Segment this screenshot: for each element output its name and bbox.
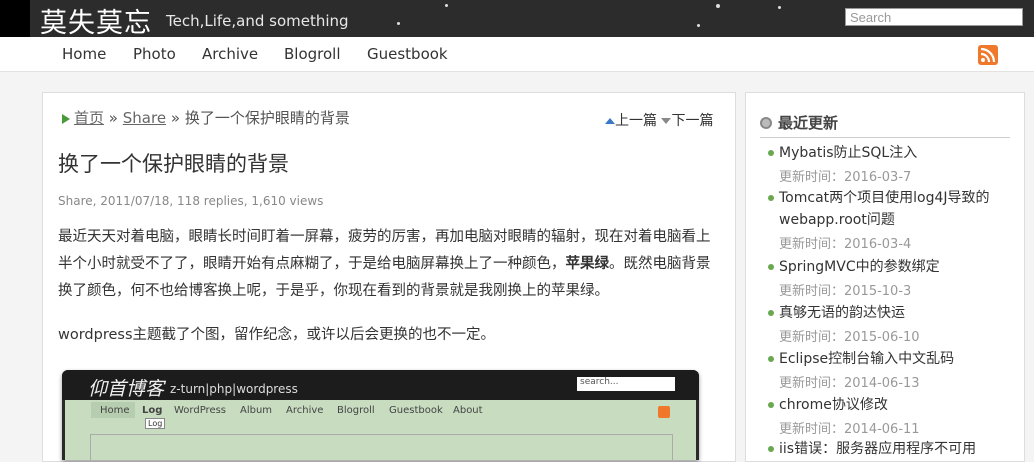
screenshot-nav-item: Log bbox=[142, 405, 163, 416]
screenshot-content-box bbox=[90, 434, 673, 460]
nav-archive[interactable]: Archive bbox=[202, 45, 258, 63]
nav-guestbook[interactable]: Guestbook bbox=[367, 45, 448, 63]
nav-photo[interactable]: Photo bbox=[133, 45, 176, 63]
post-paragraph: wordpress主题截了个图，留作纪念，或许以后会更换的也不一定。 bbox=[58, 327, 496, 343]
paragraph-bold-text: 苹果绿 bbox=[565, 256, 610, 272]
up-arrow-icon bbox=[605, 118, 615, 124]
breadcrumb: 首页 » Share » 换了一个保护眼睛的背景 bbox=[62, 107, 350, 128]
date-label: 更新时间： bbox=[779, 170, 845, 185]
recent-post-link[interactable]: Eclipse控制台输入中文乱码 bbox=[779, 348, 1014, 370]
recent-post-link[interactable]: Mybatis防止SQL注入 bbox=[779, 142, 1014, 164]
recent-post-date: 更新时间：2014-06-11 bbox=[779, 418, 920, 437]
green-bullet-icon bbox=[768, 402, 774, 408]
screenshot-logo: 仰首博客 bbox=[88, 378, 165, 400]
sidebar-divider bbox=[760, 137, 1010, 138]
date-label: 更新时间： bbox=[779, 284, 845, 299]
screenshot-nav-area: Home Log WordPress Album Archive Blogrol… bbox=[65, 400, 696, 460]
screenshot-search: search... bbox=[577, 377, 675, 391]
screenshot-tagline: z-turn|php|wordpress bbox=[170, 382, 298, 396]
search-input[interactable]: Search bbox=[845, 8, 1023, 26]
date-value: 2016-03-7 bbox=[844, 170, 912, 185]
recent-post-date: 更新时间：2016-03-7 bbox=[779, 166, 911, 185]
green-bullet-icon bbox=[768, 195, 774, 201]
screenshot-nav-item: WordPress bbox=[174, 405, 227, 416]
date-label: 更新时间： bbox=[779, 330, 845, 345]
bullet-circle-icon bbox=[760, 117, 772, 129]
next-post-link[interactable]: 下一篇 bbox=[671, 113, 713, 129]
sidebar-heading-text: 最近更新 bbox=[778, 114, 839, 132]
recent-post-link[interactable]: SpringMVC中的参数绑定 bbox=[779, 256, 1014, 278]
date-value: 2014-06-13 bbox=[844, 376, 920, 391]
post-navigation: 上一篇 下一篇 bbox=[605, 110, 713, 130]
screenshot-nav-item: Home bbox=[100, 405, 130, 416]
post-meta: Share, 2011/07/18, 118 replies, 1,610 vi… bbox=[58, 194, 324, 208]
theme-screenshot-image: 仰首博客 z-turn|php|wordpress search... Home… bbox=[62, 370, 699, 460]
recent-post-link[interactable]: chrome协议修改 bbox=[779, 394, 1014, 416]
recent-post-date: 更新时间：2014-06-13 bbox=[779, 372, 920, 391]
screenshot-nav-item: Blogroll bbox=[337, 405, 375, 416]
breadcrumb-home-link[interactable]: 首页 bbox=[74, 109, 104, 127]
green-bullet-icon bbox=[768, 446, 774, 452]
decor-star bbox=[445, 4, 448, 7]
recent-post-date: 更新时间：2015-10-3 bbox=[779, 280, 911, 299]
recent-post-date: 更新时间：2016-03-4 bbox=[779, 233, 911, 252]
rss-icon[interactable] bbox=[978, 45, 998, 65]
recent-post-link[interactable]: iis错误：服务器应用程序不可用 bbox=[779, 438, 1014, 460]
date-label: 更新时间： bbox=[779, 376, 845, 391]
nav-blogroll[interactable]: Blogroll bbox=[284, 45, 341, 63]
date-label: 更新时间： bbox=[779, 237, 845, 252]
prev-post-link[interactable]: 上一篇 bbox=[615, 113, 657, 129]
recent-post-link[interactable]: Tomcat两个项目使用log4J导致的webapp.root问题 bbox=[779, 187, 1014, 231]
breadcrumb-current: 换了一个保护眼睛的背景 bbox=[184, 109, 350, 127]
breadcrumb-category-link[interactable]: Share bbox=[123, 109, 166, 127]
recent-post-date: 更新时间：2015-06-10 bbox=[779, 326, 920, 345]
top-header-bar: 莫失莫忘 Tech,Life,and something Search bbox=[0, 0, 1034, 40]
date-value: 2014-06-11 bbox=[844, 422, 920, 437]
main-nav: Home Photo Archive Blogroll Guestbook bbox=[0, 37, 1034, 72]
post-paragraph: 最近天天对着电脑，眼睛长时间盯着一屏幕，疲劳的厉害，再加电脑对眼睛的辐射，现在对… bbox=[58, 224, 724, 305]
date-value: 2015-10-3 bbox=[844, 284, 912, 299]
date-label: 更新时间： bbox=[779, 422, 845, 437]
screenshot-rss-icon bbox=[658, 406, 670, 418]
decor-star bbox=[778, 6, 781, 9]
site-title[interactable]: 莫失莫忘 bbox=[40, 1, 152, 40]
recent-post-link[interactable]: 真够无语的韵达快运 bbox=[779, 302, 1014, 324]
site-tagline: Tech,Life,and something bbox=[166, 12, 349, 30]
sidebar-heading: 最近更新 bbox=[760, 112, 838, 133]
nav-home[interactable]: Home bbox=[62, 45, 106, 63]
green-bullet-icon bbox=[768, 264, 774, 270]
green-bullet-icon bbox=[768, 150, 774, 156]
arrow-right-icon bbox=[62, 113, 70, 124]
breadcrumb-separator: » bbox=[170, 109, 181, 127]
screenshot-nav-item: Guestbook bbox=[389, 405, 443, 416]
decor-star bbox=[716, 4, 720, 8]
screenshot-nav-item: Album bbox=[240, 405, 273, 416]
breadcrumb-separator: » bbox=[108, 109, 118, 127]
green-bullet-icon bbox=[768, 356, 774, 362]
post-title[interactable]: 换了一个保护眼睛的背景 bbox=[58, 148, 289, 178]
header-left-strip bbox=[0, 0, 30, 37]
date-value: 2016-03-4 bbox=[844, 237, 912, 252]
decor-star bbox=[697, 24, 700, 27]
down-arrow-icon bbox=[661, 118, 672, 124]
screenshot-nav-item: Archive bbox=[286, 405, 324, 416]
screenshot-tooltip: Log bbox=[145, 418, 166, 429]
screenshot-nav-item: About bbox=[453, 405, 483, 416]
green-bullet-icon bbox=[768, 310, 774, 316]
decor-star bbox=[397, 22, 400, 25]
date-value: 2015-06-10 bbox=[844, 330, 920, 345]
